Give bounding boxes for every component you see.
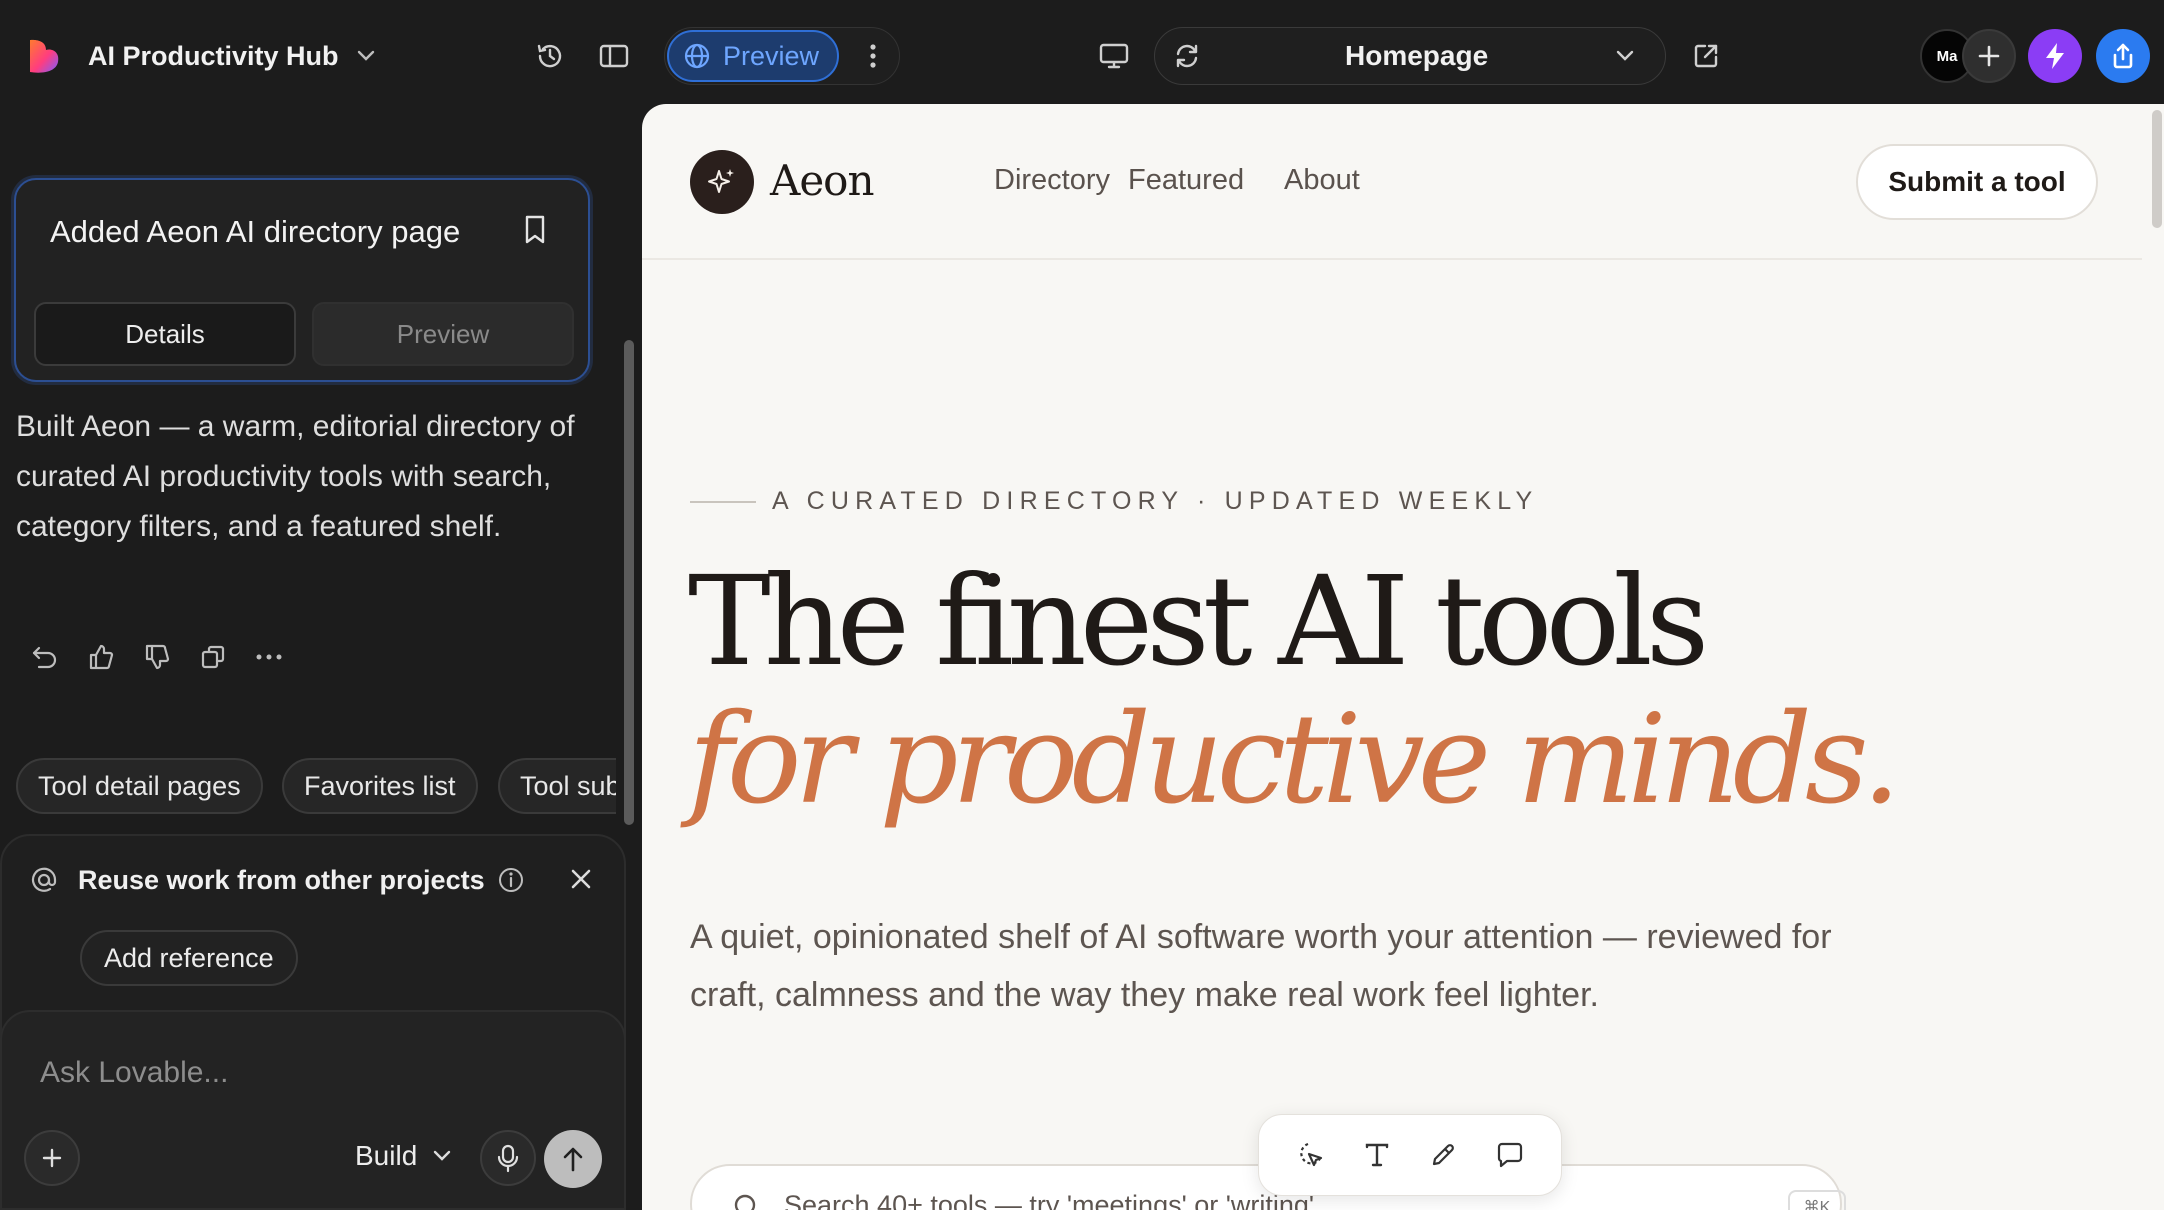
microphone-button[interactable]	[480, 1130, 536, 1186]
select-element-icon[interactable]	[1290, 1135, 1330, 1175]
info-icon[interactable]	[497, 866, 525, 894]
arrow-up-icon	[563, 1147, 583, 1172]
thumbs-up-icon[interactable]	[84, 640, 118, 674]
search-icon	[734, 1194, 756, 1210]
suggestion-chips: Tool detail pages Favorites list Tool su…	[16, 758, 616, 816]
share-icon	[2113, 43, 2133, 69]
sidebar-toggle-icon[interactable]	[594, 36, 634, 76]
sparkle-logo-icon[interactable]	[690, 150, 754, 214]
more-options-icon[interactable]	[855, 38, 891, 74]
thumbs-down-icon[interactable]	[140, 640, 174, 674]
change-card: Added Aeon AI directory page Details Pre…	[14, 178, 590, 382]
invite-button[interactable]	[1962, 29, 2016, 83]
message-actions	[28, 640, 286, 674]
undo-icon[interactable]	[28, 640, 62, 674]
search-shortcut: ⌘K	[1788, 1190, 1846, 1210]
preview-mode-label: Preview	[723, 40, 820, 71]
mode-selector[interactable]: Build	[355, 1140, 451, 1172]
close-icon[interactable]	[566, 864, 596, 894]
at-sign-icon	[31, 867, 57, 892]
lightning-icon	[2046, 43, 2064, 69]
mode-label: Build	[355, 1140, 418, 1171]
microphone-icon	[497, 1144, 519, 1173]
project-switcher[interactable]: AI Productivity Hub	[24, 36, 375, 76]
text-tool-icon[interactable]	[1357, 1135, 1397, 1175]
suggestion-chip[interactable]: Tool detail pages	[16, 758, 263, 814]
card-preview-button[interactable]: Preview	[312, 302, 574, 366]
preview-mode-button[interactable]: Preview	[667, 30, 839, 82]
copy-icon[interactable]	[196, 640, 230, 674]
globe-icon	[684, 43, 710, 69]
reference-header: Reuse work from other projects	[30, 862, 525, 898]
pencil-icon[interactable]	[1423, 1135, 1463, 1175]
plus-icon	[1978, 45, 2000, 67]
nav-link-featured[interactable]: Featured	[1128, 164, 1244, 197]
details-button[interactable]: Details	[34, 302, 296, 366]
suggestion-chip[interactable]: Tool submission	[498, 758, 616, 814]
chevron-down-icon	[434, 1150, 451, 1161]
page-selector[interactable]: Homepage	[1154, 27, 1666, 85]
preview-mode-group: Preview	[664, 27, 900, 85]
reference-title: Reuse work from other projects	[78, 864, 485, 895]
history-icon[interactable]	[530, 36, 570, 76]
add-reference-button[interactable]: Add reference	[80, 930, 298, 986]
nav-link-directory[interactable]: Directory	[994, 164, 1110, 197]
chevron-down-icon[interactable]	[357, 50, 375, 62]
site-preview: Aeon Directory Featured About Submit a t…	[642, 104, 2164, 1210]
send-button[interactable]	[544, 1130, 602, 1188]
submit-tool-button[interactable]: Submit a tool	[1856, 144, 2098, 220]
search-input[interactable]: Search 40+ tools — try 'meetings' or 'wr…	[784, 1190, 1314, 1210]
lovable-logo-icon	[30, 39, 59, 73]
preview-scrollbar[interactable]	[2152, 110, 2162, 228]
site-brand-name[interactable]: Aeon	[770, 156, 875, 205]
publish-button[interactable]	[2096, 29, 2150, 83]
assistant-message: Built Aeon — a warm, editorial directory…	[16, 410, 575, 543]
hero-description: A quiet, opinionated shelf of AI softwar…	[690, 918, 1832, 1014]
plus-icon	[42, 1148, 62, 1168]
visual-edit-toolbar	[1258, 1114, 1562, 1196]
top-bar: AI Productivity Hub Preview Homepage Ma	[0, 0, 2164, 104]
hero-headline: The finest AI tools	[688, 550, 1709, 694]
current-page-label: Homepage	[1345, 40, 1489, 71]
more-icon[interactable]	[252, 640, 286, 674]
composer	[0, 1010, 626, 1210]
project-name[interactable]: AI Productivity Hub	[88, 41, 339, 72]
chat-scrollbar[interactable]	[624, 340, 634, 825]
hero-eyebrow: A CURATED DIRECTORY · UPDATED WEEKLY	[772, 487, 1539, 515]
chat-input[interactable]: Ask Lovable...	[40, 1056, 228, 1090]
avatar-text: Ma	[1936, 47, 1958, 65]
hero-headline-accent: for productive minds.	[688, 688, 1901, 832]
nav-link-about[interactable]: About	[1284, 164, 1360, 197]
open-external-icon[interactable]	[1686, 36, 1726, 76]
eyebrow-rule	[690, 501, 756, 503]
comment-icon[interactable]	[1490, 1135, 1530, 1175]
desktop-view-icon[interactable]	[1094, 36, 1134, 76]
site-navbar: Aeon Directory Featured About Submit a t…	[642, 104, 2142, 260]
chevron-down-icon[interactable]	[1605, 36, 1645, 76]
refresh-icon[interactable]	[1167, 36, 1207, 76]
change-card-title: Added Aeon AI directory page	[50, 214, 461, 249]
upgrade-button[interactable]	[2028, 29, 2082, 83]
bookmark-icon[interactable]	[522, 214, 548, 246]
attach-button[interactable]	[24, 1130, 80, 1186]
suggestion-chip[interactable]: Favorites list	[282, 758, 478, 814]
